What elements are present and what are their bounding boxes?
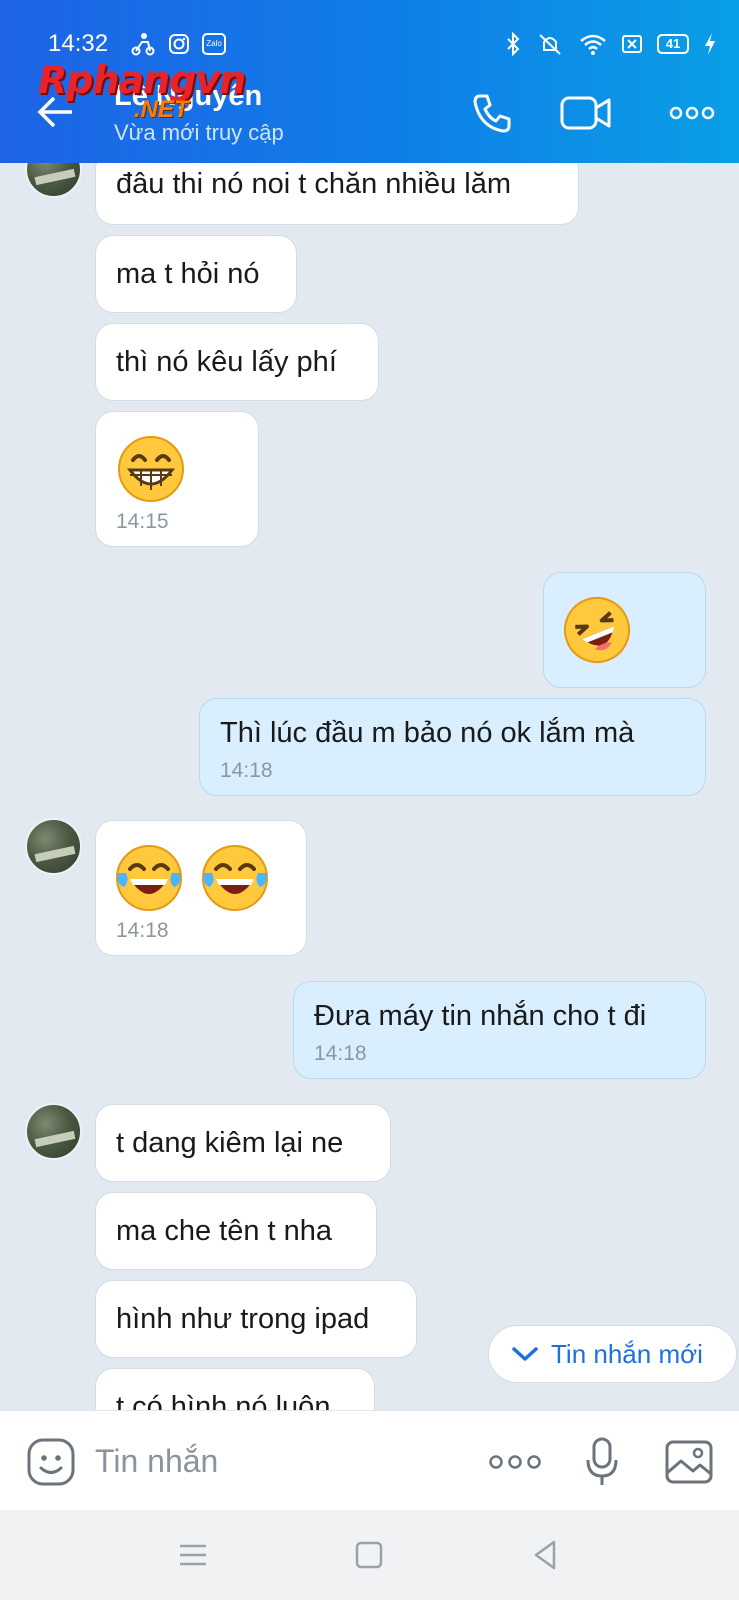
message-text: đâu thi nó noi t chăn nhiều lăm — [116, 168, 511, 200]
message-bubble[interactable]: Thì lúc đầu m bảo nó ok lắm mà 14:18 — [199, 698, 706, 796]
bluetooth-icon — [507, 32, 520, 56]
chat-header: 14:32 Zalo 41 Lê Nguyên Vừa mới truy cập… — [0, 0, 739, 163]
more-actions-button[interactable] — [488, 1436, 542, 1488]
message-text: Đưa máy tin nhắn cho t đi — [314, 1000, 647, 1032]
message-bubble[interactable]: hình như trong ipad — [95, 1280, 417, 1358]
message-bubble[interactable]: ma t hỏi nó — [95, 235, 297, 313]
message-text: t dang kiêm lại ne — [116, 1127, 344, 1159]
home-icon[interactable] — [352, 1538, 386, 1572]
battery-level: 41 — [657, 34, 689, 54]
status-system-icons: 41 — [505, 32, 717, 56]
message-input[interactable]: Tin nhắn — [95, 1443, 218, 1480]
voice-call-button[interactable] — [464, 88, 520, 138]
emoji-message[interactable]: 14:18 — [95, 820, 307, 956]
voice-message-button[interactable] — [575, 1436, 629, 1488]
video-call-icon — [560, 96, 611, 130]
charging-bolt-icon — [705, 33, 715, 55]
tears-of-joy-face-icon — [116, 845, 182, 911]
zalo-icon: Zalo — [202, 33, 226, 55]
laughing-face-icon — [564, 597, 630, 663]
more-options-icon — [669, 106, 715, 120]
watermark-sub-text: .NET — [134, 96, 189, 123]
emoji-message[interactable]: 14:15 — [95, 411, 259, 547]
avatar[interactable] — [25, 818, 82, 875]
message-bubble[interactable]: Đưa máy tin nhắn cho t đi 14:18 — [293, 981, 706, 1079]
message-bubble[interactable]: thì nó kêu lấy phí — [95, 323, 379, 401]
message-text: ma t hỏi nó — [116, 258, 260, 290]
tears-of-joy-face-icon — [202, 845, 268, 911]
message-text: thì nó kêu lấy phí — [116, 346, 337, 378]
image-icon — [665, 1440, 713, 1484]
new-messages-label: Tin nhắn mới — [551, 1338, 703, 1369]
message-text: ma che tên t nha — [116, 1215, 333, 1247]
message-text: hình như trong ipad — [116, 1303, 370, 1335]
mute-bell-icon — [539, 34, 561, 55]
menu-icon[interactable] — [176, 1538, 210, 1572]
message-bubble[interactable]: ma che tên t nha — [95, 1192, 377, 1270]
avatar[interactable] — [25, 1103, 82, 1160]
sticker-button[interactable] — [24, 1436, 78, 1488]
phone-call-icon — [473, 94, 511, 133]
emoji-message[interactable] — [543, 572, 706, 688]
message-timestamp: 14:15 — [116, 510, 169, 533]
message-list[interactable]: đâu thi nó noi t chăn nhiều lăm ma t hỏi… — [0, 163, 739, 1410]
wifi-icon — [580, 34, 606, 55]
chevron-down-icon — [512, 1347, 538, 1361]
grinning-face-icon — [118, 436, 184, 502]
watermark-logo: Rphangvn .NET — [38, 58, 258, 128]
video-call-button[interactable] — [558, 88, 614, 138]
status-notification-icons: Zalo — [130, 32, 226, 56]
delivery-scooter-icon — [131, 33, 155, 56]
back-icon[interactable] — [528, 1538, 562, 1572]
instagram-icon — [169, 34, 189, 54]
no-sim-icon — [622, 35, 642, 53]
message-timestamp: 14:18 — [220, 759, 273, 782]
message-text: Thì lúc đầu m bảo nó ok lắm mà — [220, 717, 635, 749]
sticker-icon — [27, 1438, 75, 1486]
message-timestamp: 14:18 — [116, 919, 169, 942]
more-options-button[interactable] — [664, 88, 720, 138]
message-timestamp: 14:18 — [314, 1042, 367, 1065]
message-composer: Tin nhắn — [0, 1410, 739, 1510]
microphone-icon — [586, 1437, 618, 1485]
message-bubble[interactable]: t có hình nó luôn — [95, 1368, 375, 1410]
more-icon — [489, 1455, 541, 1469]
message-text: t có hình nó luôn — [116, 1391, 331, 1410]
status-time: 14:32 — [48, 30, 109, 57]
message-bubble[interactable]: đâu thi nó noi t chăn nhiều lăm — [95, 163, 579, 225]
avatar[interactable] — [25, 163, 82, 198]
send-image-button[interactable] — [662, 1436, 716, 1488]
message-bubble[interactable]: t dang kiêm lại ne — [95, 1104, 391, 1182]
new-messages-button[interactable]: Tin nhắn mới — [488, 1325, 737, 1383]
system-nav-bar — [0, 1510, 739, 1600]
